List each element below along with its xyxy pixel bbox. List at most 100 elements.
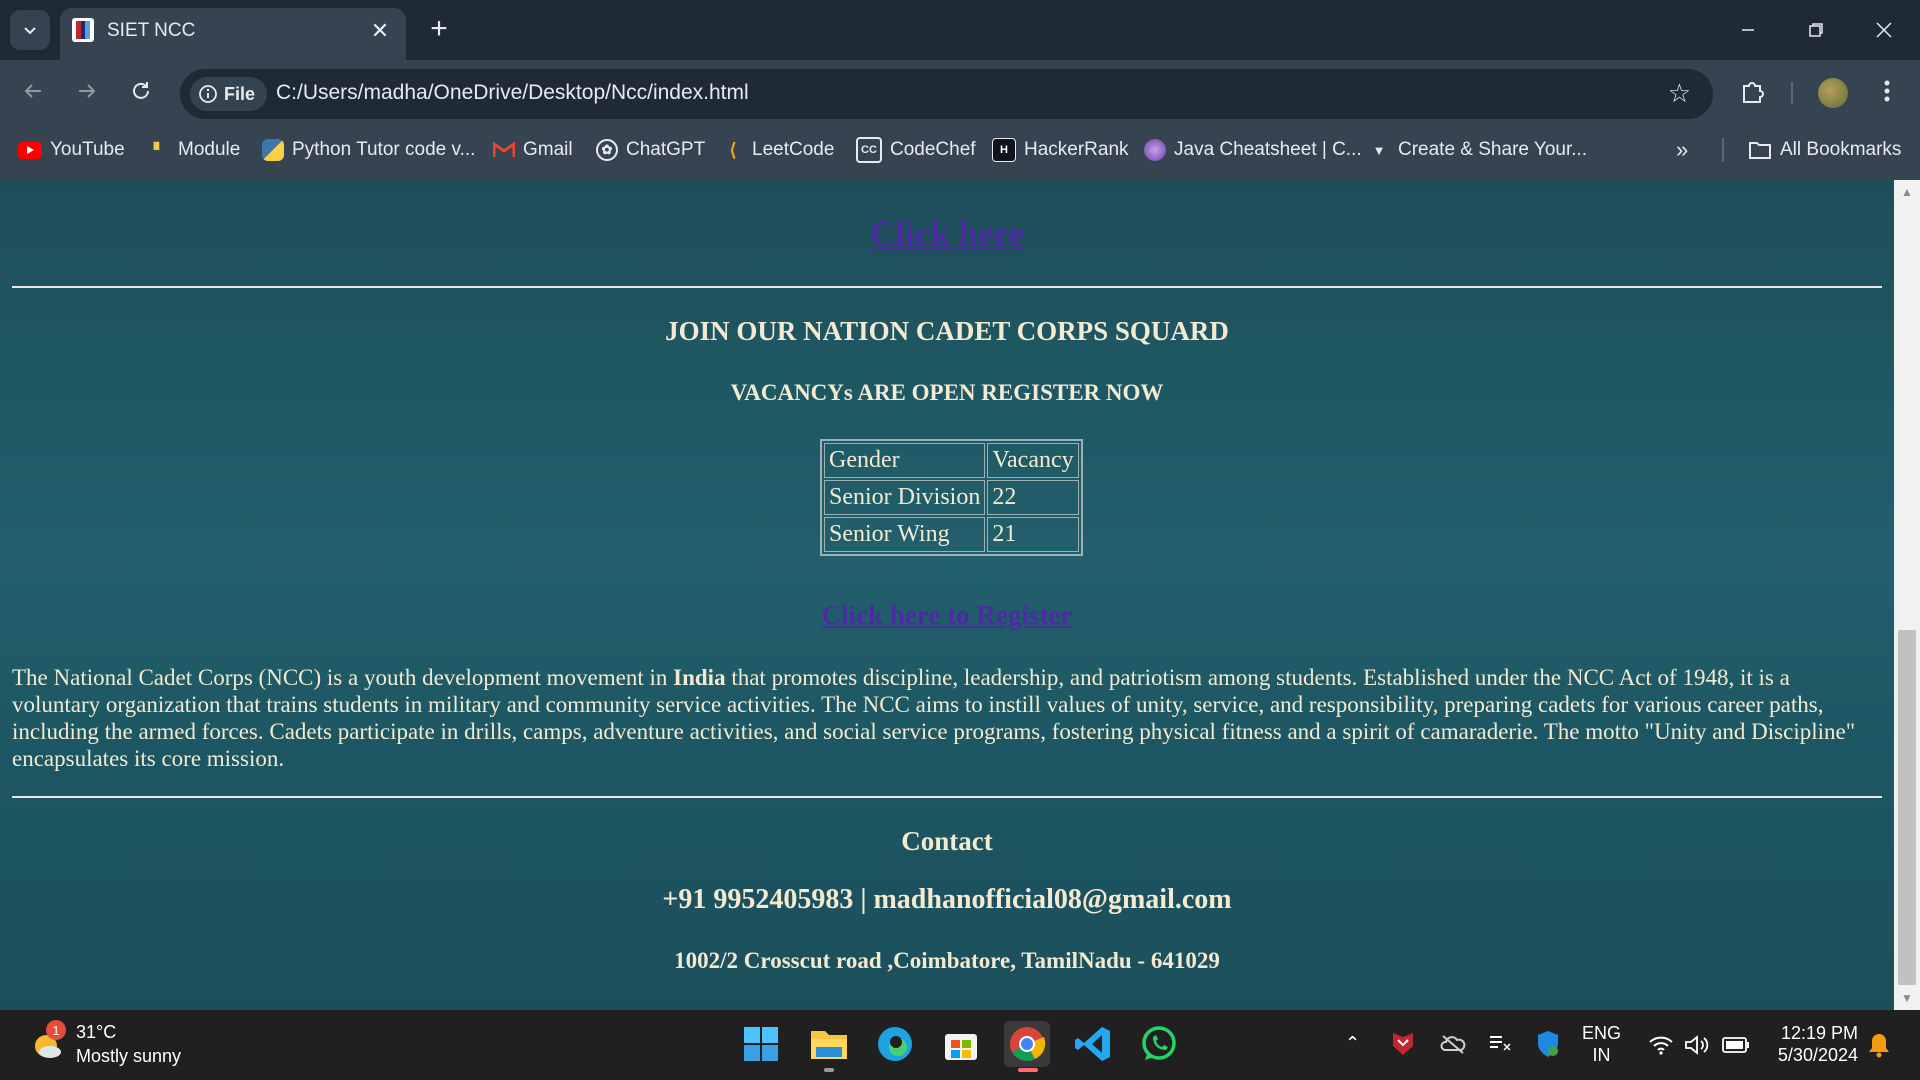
- site-info-chip[interactable]: File: [190, 77, 268, 111]
- address-bar[interactable]: File C:/Users/madha/OneDrive/Desktop/Ncc…: [180, 69, 1713, 119]
- bookmark-label: Python Tutor code v...: [292, 139, 476, 160]
- bookmark-youtube[interactable]: YouTube: [18, 135, 125, 165]
- bookmark-star-icon[interactable]: ☆: [1668, 78, 1691, 109]
- register-link[interactable]: Click here to Register: [0, 600, 1894, 631]
- codechef-icon: CC: [856, 137, 882, 163]
- address: 1002/2 Crosscut road ,Coimbatore, TamilN…: [674, 948, 1220, 973]
- chrome-button[interactable]: [1004, 1021, 1050, 1067]
- region-label: IN: [1592, 1045, 1611, 1065]
- about-paragraph: The National Cadet Corps (NCC) is a yout…: [12, 664, 1874, 772]
- bookmark-gmail[interactable]: Gmail: [493, 135, 573, 165]
- forward-button[interactable]: [70, 74, 104, 108]
- wifi-icon[interactable]: [1648, 1034, 1674, 1061]
- bookmark-label: Create & Share Your...: [1398, 139, 1588, 160]
- bookmark-create-share[interactable]: ▼ Create & Share Your...: [1368, 135, 1588, 165]
- table-cell: 21: [987, 517, 1079, 552]
- close-window-button[interactable]: [1864, 12, 1904, 48]
- whatsapp-button[interactable]: [1136, 1021, 1182, 1067]
- reload-button[interactable]: [124, 74, 158, 108]
- more-vertical-icon: [1884, 80, 1890, 102]
- menu-button[interactable]: [1870, 74, 1904, 108]
- ncc-favicon-icon: [72, 18, 94, 42]
- more-bookmarks-button[interactable]: »: [1676, 135, 1688, 165]
- all-bookmarks-label: All Bookmarks: [1780, 139, 1902, 160]
- time: 12:19 PM: [1780, 1023, 1858, 1043]
- onedrive-icon[interactable]: [1440, 1034, 1466, 1059]
- bookmark-java-cheatsheet[interactable]: Java Cheatsheet | C...: [1144, 135, 1362, 165]
- bookmark-chatgpt[interactable]: ✿ ChatGPT: [596, 135, 705, 165]
- folder-icon: [811, 1031, 847, 1059]
- all-bookmarks-button[interactable]: All Bookmarks: [1748, 135, 1901, 165]
- tab-search-button[interactable]: [10, 10, 50, 50]
- input-indicator-icon[interactable]: [1488, 1032, 1512, 1061]
- clock[interactable]: 12:19 PM 5/30/2024: [1768, 1022, 1858, 1066]
- scrollbar-thumb[interactable]: [1898, 630, 1916, 985]
- language-indicator[interactable]: ENG IN: [1582, 1022, 1621, 1066]
- chatgpt-icon: ✿: [596, 139, 618, 161]
- puzzle-icon: [1743, 82, 1764, 103]
- divider: [12, 796, 1882, 798]
- vacancy-table-wrapper: Gender Vacancy Senior Division 22 Senior…: [820, 439, 1083, 556]
- chrome-icon: [1010, 1027, 1046, 1061]
- windows-icon: [744, 1027, 778, 1061]
- microsoft-store-button[interactable]: [938, 1021, 984, 1067]
- table-row: Senior Division 22: [824, 480, 1079, 515]
- battery-icon[interactable]: [1722, 1036, 1750, 1059]
- close-tab-icon[interactable]: ✕: [368, 18, 392, 44]
- date: 5/30/2024: [1777, 1045, 1858, 1065]
- volume-icon[interactable]: [1684, 1034, 1710, 1061]
- about-text: The National Cadet Corps (NCC) is a yout…: [12, 665, 674, 690]
- back-button[interactable]: [16, 74, 50, 108]
- hackerrank-icon: H: [992, 138, 1016, 162]
- bookmark-leetcode[interactable]: ⟨ LeetCode: [722, 135, 834, 165]
- bookmark-label: Gmail: [523, 139, 573, 160]
- leetcode-icon: ⟨: [729, 139, 737, 160]
- mcafee-icon[interactable]: [1392, 1032, 1414, 1056]
- about-bold-text: India: [673, 665, 726, 690]
- click-here-link[interactable]: Click here: [0, 214, 1894, 254]
- browser-tab[interactable]: SIET NCC ✕: [60, 8, 406, 60]
- contact-info: +91 9952405983 | madhanofficial08@gmail.…: [662, 884, 1232, 915]
- divider: [12, 286, 1882, 288]
- chevron-down-icon: [24, 27, 36, 35]
- weather-widget[interactable]: 31°C Mostly sunny: [76, 1020, 181, 1068]
- start-button[interactable]: [738, 1021, 784, 1067]
- url-text[interactable]: C:/Users/madha/OneDrive/Desktop/Ncc/inde…: [276, 81, 749, 105]
- vscode-button[interactable]: [1070, 1021, 1116, 1067]
- scroll-up-icon[interactable]: ▲: [1894, 182, 1920, 202]
- bookmark-codechef[interactable]: CC CodeChef: [856, 135, 976, 165]
- chevron-double-right-icon: »: [1676, 137, 1689, 162]
- file-explorer-button[interactable]: [806, 1021, 852, 1067]
- bookmark-label: LeetCode: [752, 139, 835, 160]
- bookmark-label: CodeChef: [890, 139, 976, 160]
- minimize-button[interactable]: [1728, 12, 1768, 48]
- arrow-left-icon: [24, 84, 41, 98]
- minimize-icon: [1742, 29, 1754, 31]
- bookmark-hackerrank[interactable]: H HackerRank: [992, 135, 1129, 165]
- profile-avatar[interactable]: [1818, 78, 1848, 108]
- youtube-icon: [18, 141, 42, 159]
- reload-icon: [133, 82, 149, 99]
- bookmark-python-tutor[interactable]: Python Tutor code v...: [262, 135, 475, 165]
- contact-heading: Contact: [901, 826, 993, 856]
- toolbar-divider: [1791, 82, 1793, 104]
- restore-button[interactable]: [1796, 12, 1836, 48]
- weather-condition: Mostly sunny: [76, 1046, 182, 1066]
- running-indicator: [824, 1068, 834, 1072]
- weather-widget-icon[interactable]: 1: [28, 1020, 68, 1064]
- table-cell: Senior Division: [824, 480, 986, 515]
- site-info-label: File: [224, 83, 256, 104]
- extensions-button[interactable]: [1736, 74, 1770, 108]
- bookmark-module[interactable]: ▘ Module: [148, 135, 240, 165]
- new-tab-button[interactable]: +: [424, 12, 454, 46]
- notification-bell-icon[interactable]: [1868, 1032, 1890, 1063]
- scroll-down-icon[interactable]: ▼: [1894, 988, 1920, 1008]
- show-hidden-icons-button[interactable]: ⌃: [1345, 1032, 1360, 1054]
- python-icon: [262, 139, 284, 161]
- edge-button[interactable]: [872, 1021, 918, 1067]
- store-icon: [945, 1034, 977, 1060]
- java-cheatsheet-icon: [1144, 139, 1166, 161]
- join-heading: JOIN OUR NATION CADET CORPS SQUARD: [665, 316, 1229, 346]
- vscode-icon: [1075, 1027, 1110, 1061]
- windows-security-icon[interactable]: [1536, 1030, 1560, 1063]
